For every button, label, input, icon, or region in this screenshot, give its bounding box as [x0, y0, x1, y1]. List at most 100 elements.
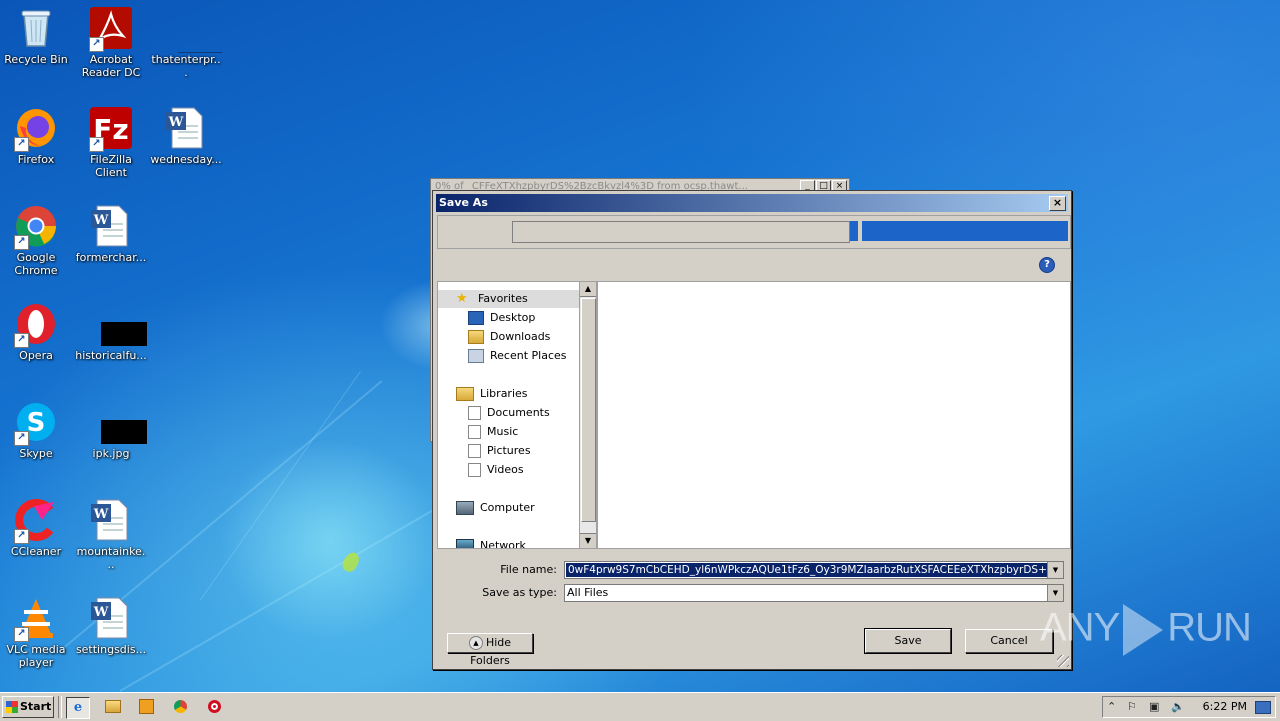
taskbar-media-player[interactable]: [135, 697, 157, 717]
taskbar-internet-explorer[interactable]: e: [66, 697, 90, 719]
desktop-icon-thatenterprise[interactable]: thatenterpr...: [150, 6, 222, 79]
save-button[interactable]: Save: [864, 628, 952, 654]
scroll-down-arrow-icon[interactable]: ▼: [580, 533, 596, 548]
address-bar[interactable]: [512, 221, 850, 243]
taskbar-explorer[interactable]: [102, 697, 124, 717]
firefox-icon: ↗: [14, 106, 58, 152]
scroll-up-arrow-icon[interactable]: ▲: [580, 282, 596, 297]
show-hidden-icons-icon[interactable]: ⌃: [1107, 699, 1116, 715]
desktop-icon-chrome[interactable]: ↗ Google Chrome: [0, 204, 72, 277]
file-list-pane[interactable]: [597, 281, 1071, 549]
desktop-icon-skype[interactable]: S ↗ Skype: [0, 400, 72, 460]
nav-item-recent-places[interactable]: Recent Places: [468, 347, 567, 365]
nav-item-favorites[interactable]: ★ Favorites: [456, 290, 528, 308]
nav-item-label: Network: [480, 539, 526, 549]
downloads-folder-icon: [468, 330, 484, 344]
folder-icon: [105, 700, 121, 713]
search-box[interactable]: [862, 221, 1068, 241]
clock[interactable]: 6:22 PM: [1203, 697, 1247, 717]
svg-text:W: W: [93, 605, 109, 620]
desktop-icon-acrobat[interactable]: ↗ Acrobat Reader DC: [75, 6, 147, 79]
nav-item-pictures[interactable]: Pictures: [468, 442, 531, 460]
desktop-icon-word-doc[interactable]: W settingsdis...: [75, 596, 147, 656]
image-file-icon: [89, 400, 147, 444]
desktop-icon-label: Firefox: [17, 153, 55, 166]
file-name-input[interactable]: 0wF4prw9S7mCbCEHD_yl6nWPkczAQUe1tFz6_Oy3…: [564, 561, 1064, 579]
save-as-dialog[interactable]: Save As × ? ★ Favorites Desktop Downloads…: [432, 190, 1072, 670]
desktop-icon-historical[interactable]: historicalfu...: [75, 302, 147, 362]
nav-item-desktop[interactable]: Desktop: [468, 309, 535, 327]
desktop-icon-filezilla[interactable]: Fz ↗ FileZilla Client: [75, 106, 147, 179]
libraries-icon: [456, 387, 474, 401]
start-button[interactable]: Start: [2, 696, 54, 718]
network-icon[interactable]: ▣: [1149, 699, 1159, 715]
desktop-icon-label: Skype: [19, 447, 53, 460]
opera-icon: ↗: [14, 302, 58, 348]
desktop-icon-word-doc[interactable]: W mountainke...: [75, 498, 147, 571]
save-as-type-select[interactable]: All Files ▼: [564, 584, 1064, 602]
desktop-icon-label: FileZilla Client: [90, 153, 132, 179]
resize-grip[interactable]: [1057, 655, 1069, 667]
desktop-icon-recycle-bin[interactable]: Recycle Bin: [0, 6, 72, 66]
documents-icon: [468, 406, 481, 420]
black-file-icon: [89, 302, 147, 346]
desktop-icon-label: thatenterpr...: [151, 53, 221, 79]
computer-icon: [456, 501, 474, 515]
desktop-icon-word-doc[interactable]: W wednesday...: [150, 106, 222, 166]
word-document-icon: W: [164, 106, 208, 150]
word-document-icon: W: [89, 204, 133, 248]
internet-explorer-icon: e: [73, 700, 83, 715]
nav-item-label: Videos: [487, 463, 524, 476]
desktop-icon-firefox[interactable]: ↗ Firefox: [0, 106, 72, 166]
desktop-icon-label: Acrobat Reader DC: [81, 53, 141, 79]
chrome-icon: [173, 700, 187, 713]
nav-item-documents[interactable]: Documents: [468, 404, 550, 422]
taskbar-opera[interactable]: [203, 697, 225, 717]
nav-item-music[interactable]: Music: [468, 423, 518, 441]
hide-folders-button[interactable]: ▲ Hide Folders: [447, 633, 533, 667]
desktop-icon-word-doc[interactable]: W formerchar...: [75, 204, 147, 264]
scrollbar-thumb[interactable]: [581, 298, 596, 522]
watermark-left: ANY: [1040, 605, 1120, 650]
navigation-pane: ★ Favorites Desktop Downloads Recent Plac…: [437, 281, 581, 549]
chevron-down-icon[interactable]: ▼: [1047, 585, 1063, 601]
chevron-up-icon: ▲: [468, 636, 483, 650]
nav-item-network[interactable]: Network: [456, 537, 526, 549]
action-center-flag-icon[interactable]: ⚐: [1127, 699, 1137, 715]
chevron-down-icon[interactable]: ▼: [1047, 562, 1063, 578]
nav-item-label: Documents: [487, 406, 550, 419]
nav-item-libraries[interactable]: Libraries: [456, 385, 528, 403]
nav-item-label: Libraries: [480, 387, 528, 400]
taskbar-chrome[interactable]: [169, 697, 191, 717]
nav-item-label: Pictures: [487, 444, 531, 457]
nav-item-computer[interactable]: Computer: [456, 499, 535, 517]
word-document-icon: W: [89, 596, 133, 640]
show-desktop-icon[interactable]: [1255, 701, 1271, 714]
svg-text:W: W: [93, 213, 109, 228]
address-dropdown-button[interactable]: [850, 221, 858, 241]
desktop-icon-label: historicalfu...: [75, 349, 147, 362]
volume-icon[interactable]: 🔈: [1171, 699, 1185, 715]
svg-text:W: W: [93, 507, 109, 522]
videos-icon: [468, 463, 481, 477]
desktop-icon-ccleaner[interactable]: ↗ CCleaner: [0, 498, 72, 558]
desktop-icon-label: mountainke...: [76, 545, 146, 571]
desktop-icon: [468, 311, 484, 325]
desktop-icon-label: formerchar...: [75, 251, 147, 264]
wallpaper-logo-leaf: [339, 549, 363, 575]
help-icon[interactable]: ?: [1039, 257, 1055, 273]
close-button[interactable]: ×: [1049, 196, 1066, 211]
dialog-titlebar[interactable]: Save As ×: [436, 194, 1068, 212]
nav-item-videos[interactable]: Videos: [468, 461, 524, 479]
desktop-icon-ipk-jpg[interactable]: ipk.jpg: [75, 400, 147, 460]
anyrun-watermark: ANY RUN: [1040, 604, 1252, 656]
nav-item-label: Computer: [480, 501, 535, 514]
music-icon: [468, 425, 481, 439]
nav-item-downloads[interactable]: Downloads: [468, 328, 550, 346]
nav-pane-scrollbar[interactable]: ▲ ▼: [579, 281, 597, 549]
windows-logo-icon: [6, 701, 18, 713]
desktop-icon-vlc[interactable]: ↗ VLC media player: [0, 596, 72, 669]
desktop-icon-opera[interactable]: ↗ Opera: [0, 302, 72, 362]
nav-item-label: Music: [487, 425, 519, 438]
pictures-icon: [468, 444, 481, 458]
